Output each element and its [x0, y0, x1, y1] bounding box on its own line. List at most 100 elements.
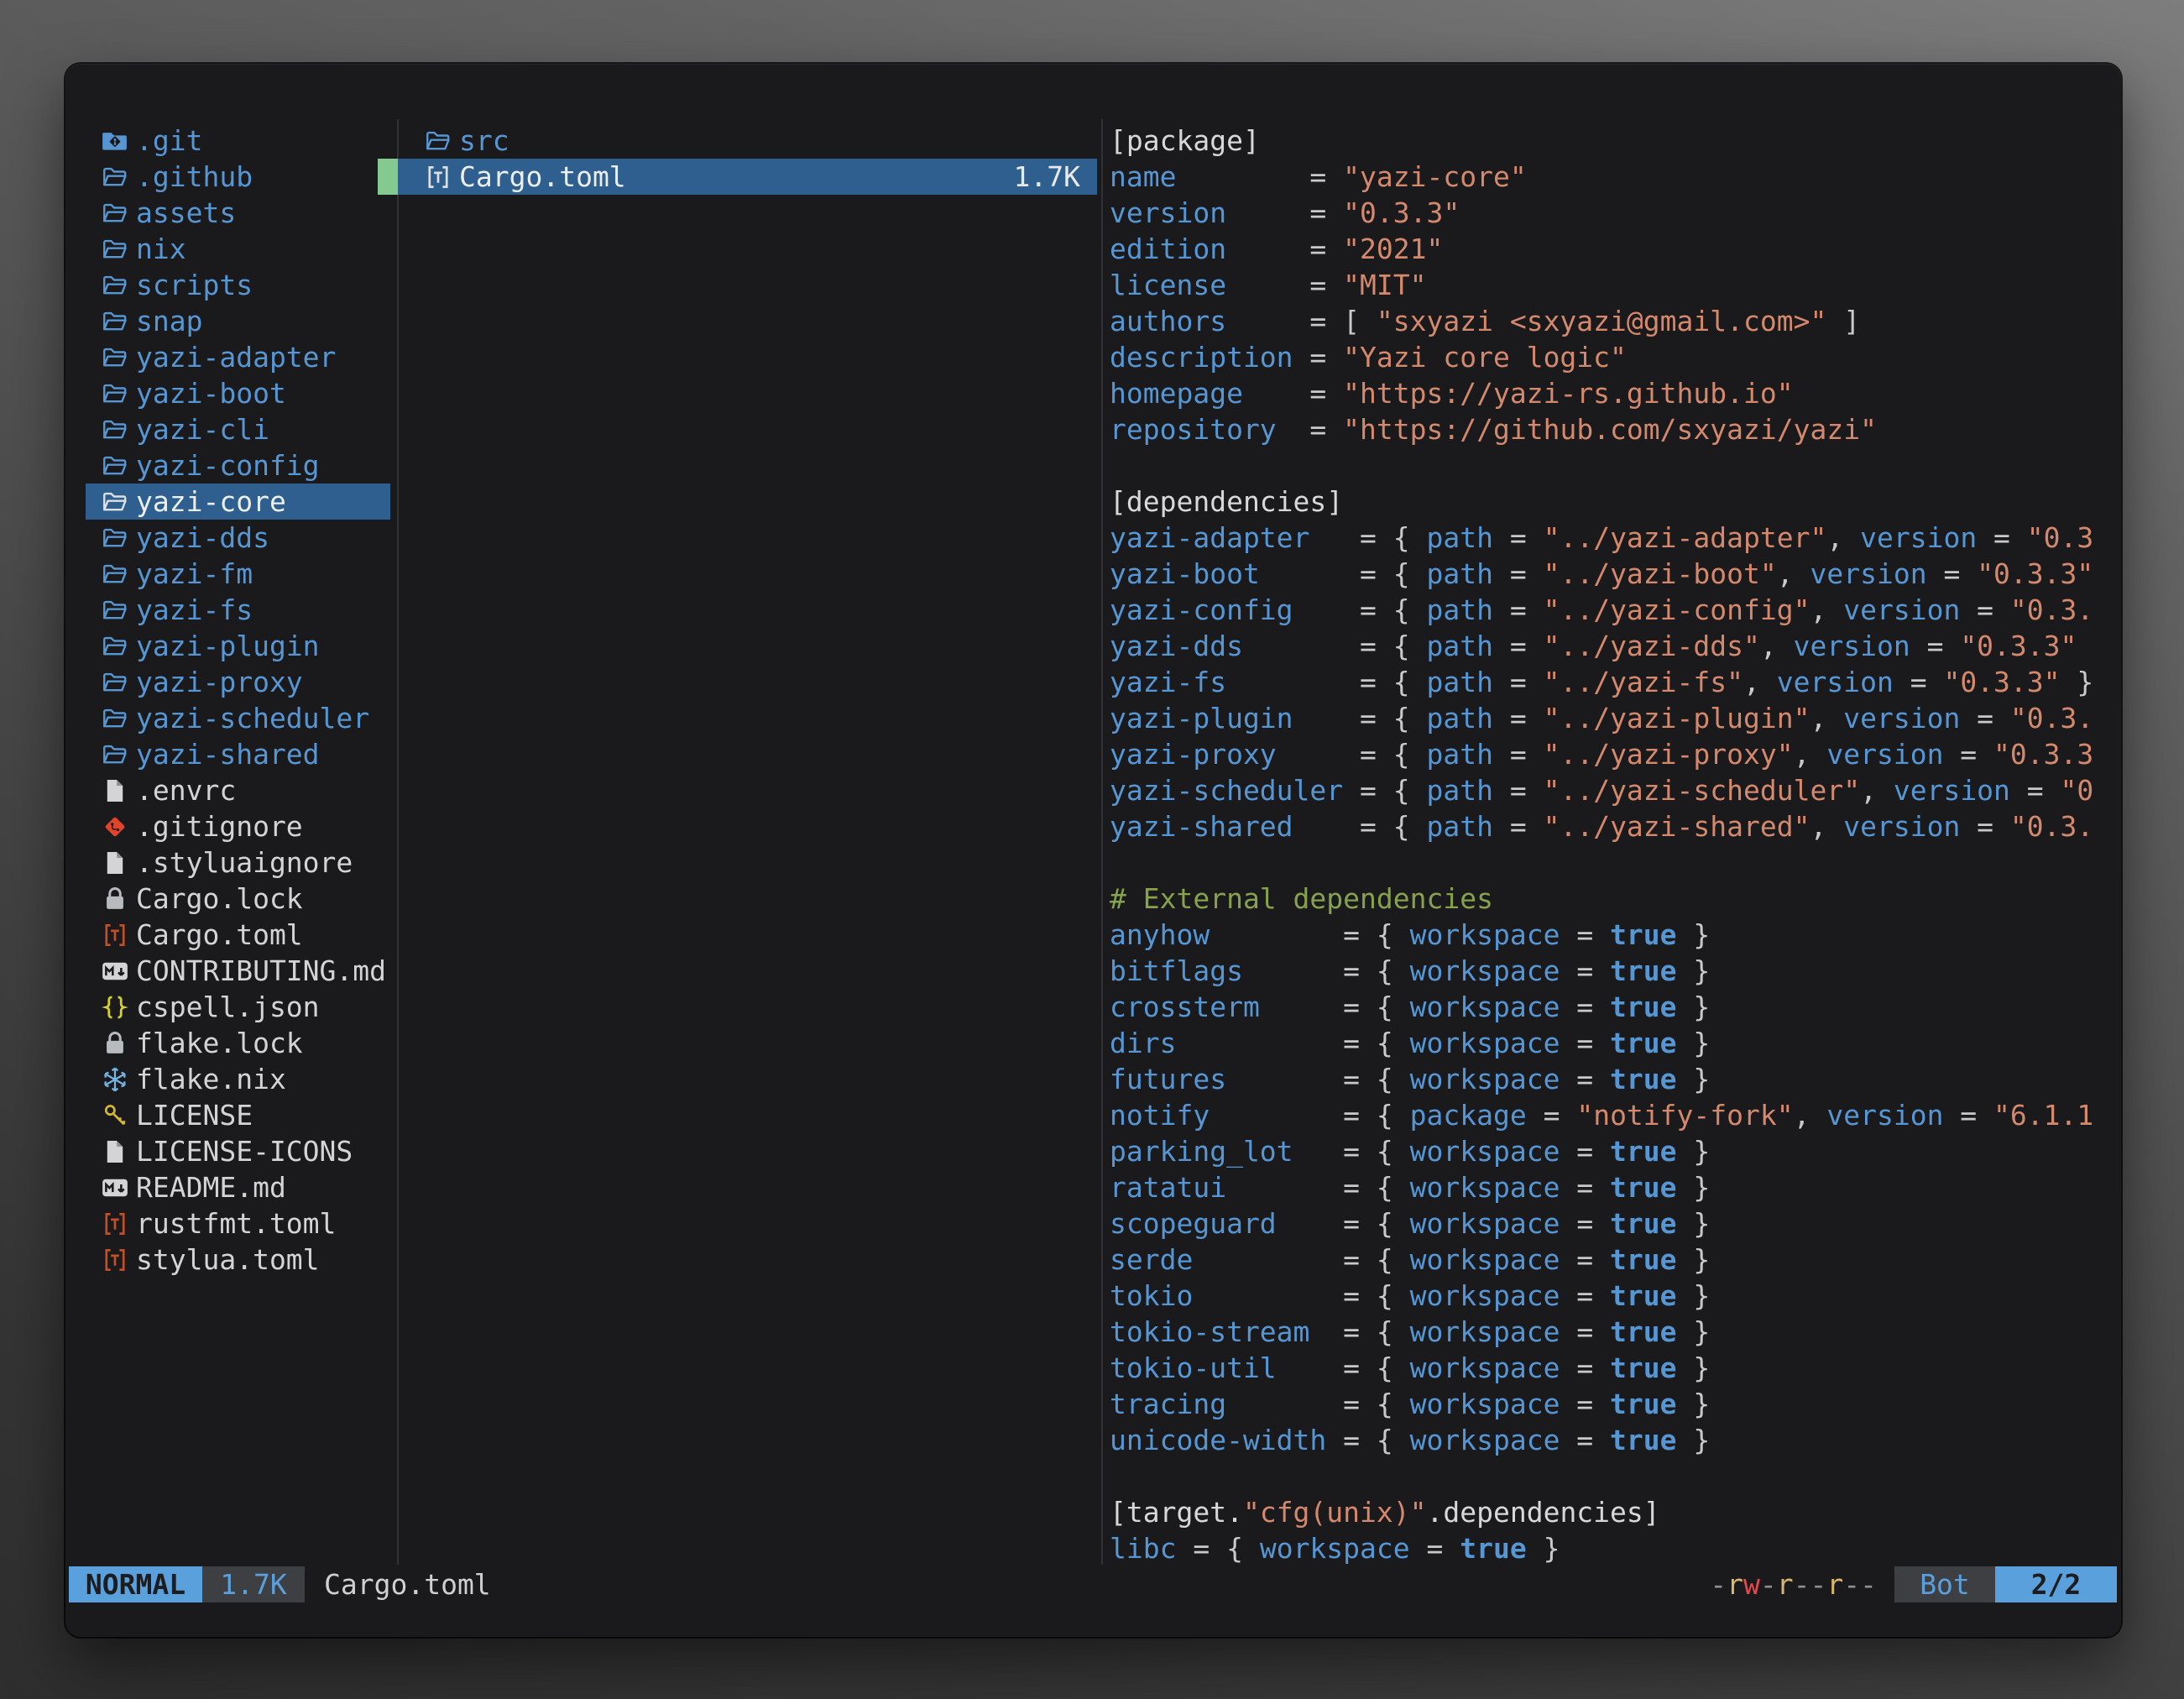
preview-code-line: tokio-util = { workspace = true } — [1110, 1350, 2117, 1386]
file-name: yazi-boot — [136, 375, 286, 411]
file-size: 1.7K — [1014, 159, 1080, 195]
file-name: Cargo.lock — [136, 881, 303, 917]
sidebar-item-yazi-adapter[interactable]: yazi-adapter — [86, 339, 390, 375]
folder-open-icon — [101, 303, 136, 339]
sidebar-item-yazi-plugin[interactable]: yazi-plugin — [86, 628, 390, 664]
file-name: .envrc — [136, 772, 236, 808]
sidebar-item-cspell.json[interactable]: cspell.json — [86, 989, 390, 1025]
file-name: flake.lock — [136, 1025, 303, 1061]
preview-code-line: yazi-dds = { path = "../yazi-dds", versi… — [1110, 628, 2117, 664]
file-name: scripts — [136, 267, 253, 303]
file-name: LICENSE — [136, 1097, 253, 1133]
sidebar-item-yazi-shared[interactable]: yazi-shared — [86, 736, 390, 772]
sidebar-item-Cargo.toml[interactable]: Cargo.toml — [86, 917, 390, 953]
sidebar-item-stylua.toml[interactable]: stylua.toml — [86, 1242, 390, 1278]
preview-code-line: yazi-config = { path = "../yazi-config",… — [1110, 592, 2117, 628]
folder-open-icon — [101, 195, 136, 231]
preview-code-line: tokio-stream = { workspace = true } — [1110, 1314, 2117, 1350]
preview-code-line: yazi-fs = { path = "../yazi-fs", version… — [1110, 664, 2117, 700]
preview-code-line: authors = [ "sxyazi <sxyazi@gmail.com>" … — [1110, 303, 2117, 339]
file-name: .github — [136, 159, 253, 195]
sidebar-item-Cargo.lock[interactable]: Cargo.lock — [86, 881, 390, 917]
file-name: cspell.json — [136, 989, 320, 1025]
file-icon — [101, 772, 136, 808]
file-name: yazi-proxy — [136, 664, 303, 700]
toml-icon — [101, 917, 136, 953]
preview-code-line: yazi-boot = { path = "../yazi-boot", ver… — [1110, 556, 2117, 592]
file-counter-badge: 2/2 — [1995, 1566, 2117, 1602]
sidebar-item-.envrc[interactable]: .envrc — [86, 772, 390, 808]
preview-code-line: notify = { package = "notify-fork", vers… — [1110, 1097, 2117, 1133]
sidebar-item-yazi-boot[interactable]: yazi-boot — [86, 375, 390, 411]
sidebar-item-yazi-cli[interactable]: yazi-cli — [86, 411, 390, 447]
pane-divider — [1101, 119, 1103, 1565]
sidebar-item-snap[interactable]: snap — [86, 303, 390, 339]
preview-code-line: tracing = { workspace = true } — [1110, 1386, 2117, 1422]
sidebar-item-yazi-fs[interactable]: yazi-fs — [86, 592, 390, 628]
file-name: yazi-adapter — [136, 339, 336, 375]
sidebar-item-.git[interactable]: .git — [86, 123, 390, 159]
folder-open-icon — [101, 520, 136, 556]
folder-open-icon — [101, 484, 136, 520]
file-name: stylua.toml — [136, 1242, 320, 1278]
sidebar-item-.github[interactable]: .github — [86, 159, 390, 195]
preview-code-line: futures = { workspace = true } — [1110, 1061, 2117, 1097]
parent-directory-pane: .git.githubassetsnixscriptssnapyazi-adap… — [86, 123, 390, 1568]
preview-code-line — [1110, 447, 2117, 484]
file-name: README.md — [136, 1169, 286, 1205]
current-dir-item-Cargo.toml[interactable]: Cargo.toml1.7K — [398, 159, 1097, 195]
sidebar-item-CONTRIBUTING.md[interactable]: CONTRIBUTING.md — [86, 953, 390, 989]
folder-open-icon — [101, 339, 136, 375]
file-name: yazi-shared — [136, 736, 320, 772]
toml-icon — [101, 1242, 136, 1278]
preview-code-line: # External dependencies — [1110, 881, 2117, 917]
preview-code-line: crossterm = { workspace = true } — [1110, 989, 2117, 1025]
preview-code-line: name = "yazi-core" — [1110, 159, 2117, 195]
file-permissions: -rw-r--r-- — [1710, 1568, 1877, 1601]
file-name: rustfmt.toml — [136, 1205, 336, 1242]
scroll-position-badge: Bot — [1894, 1566, 1995, 1602]
preview-code-line: license = "MIT" — [1110, 267, 2117, 303]
sidebar-item-scripts[interactable]: scripts — [86, 267, 390, 303]
file-name: assets — [136, 195, 236, 231]
sidebar-item-rustfmt.toml[interactable]: rustfmt.toml — [86, 1205, 390, 1242]
preview-code-line: [dependencies] — [1110, 484, 2117, 520]
sidebar-item-yazi-core[interactable]: yazi-core — [86, 484, 390, 520]
sidebar-item-yazi-dds[interactable]: yazi-dds — [86, 520, 390, 556]
current-dir-item-src[interactable]: src — [398, 123, 1097, 159]
preview-code-line: repository = "https://github.com/sxyazi/… — [1110, 411, 2117, 447]
status-bar: NORMAL 1.7K Cargo.toml -rw-r--r-- Bot 2/… — [65, 1566, 2117, 1602]
folder-open-icon — [101, 231, 136, 267]
preview-code-line: anyhow = { workspace = true } — [1110, 917, 2117, 953]
git-diamond-icon — [101, 808, 136, 844]
sidebar-item-assets[interactable]: assets — [86, 195, 390, 231]
sidebar-item-README.md[interactable]: README.md — [86, 1169, 390, 1205]
preview-code-line: dirs = { workspace = true } — [1110, 1025, 2117, 1061]
git-folder-icon — [101, 123, 136, 159]
sidebar-item-.gitignore[interactable]: .gitignore — [86, 808, 390, 844]
sidebar-item-yazi-config[interactable]: yazi-config — [86, 447, 390, 484]
sidebar-item-LICENSE[interactable]: LICENSE — [86, 1097, 390, 1133]
sidebar-item-yazi-proxy[interactable]: yazi-proxy — [86, 664, 390, 700]
lock-icon — [101, 1025, 136, 1061]
sidebar-item-nix[interactable]: nix — [86, 231, 390, 267]
preview-code-line: yazi-proxy = { path = "../yazi-proxy", v… — [1110, 736, 2117, 772]
folder-open-icon — [101, 556, 136, 592]
file-name: yazi-core — [136, 484, 286, 520]
folder-open-icon — [101, 267, 136, 303]
folder-open-icon — [101, 736, 136, 772]
sidebar-item-flake.nix[interactable]: flake.nix — [86, 1061, 390, 1097]
file-name: snap — [136, 303, 202, 339]
sidebar-item-yazi-fm[interactable]: yazi-fm — [86, 556, 390, 592]
folder-open-icon — [101, 700, 136, 736]
sidebar-item-yazi-scheduler[interactable]: yazi-scheduler — [86, 700, 390, 736]
markdown-icon — [101, 953, 136, 989]
file-name: Cargo.toml — [136, 917, 303, 953]
preview-code-line: [package] — [1110, 123, 2117, 159]
sidebar-item-flake.lock[interactable]: flake.lock — [86, 1025, 390, 1061]
sidebar-item-LICENSE-ICONS[interactable]: LICENSE-ICONS — [86, 1133, 390, 1169]
folder-open-icon — [101, 628, 136, 664]
sidebar-item-.styluaignore[interactable]: .styluaignore — [86, 844, 390, 881]
preview-code-line: yazi-adapter = { path = "../yazi-adapter… — [1110, 520, 2117, 556]
folder-open-icon — [101, 159, 136, 195]
